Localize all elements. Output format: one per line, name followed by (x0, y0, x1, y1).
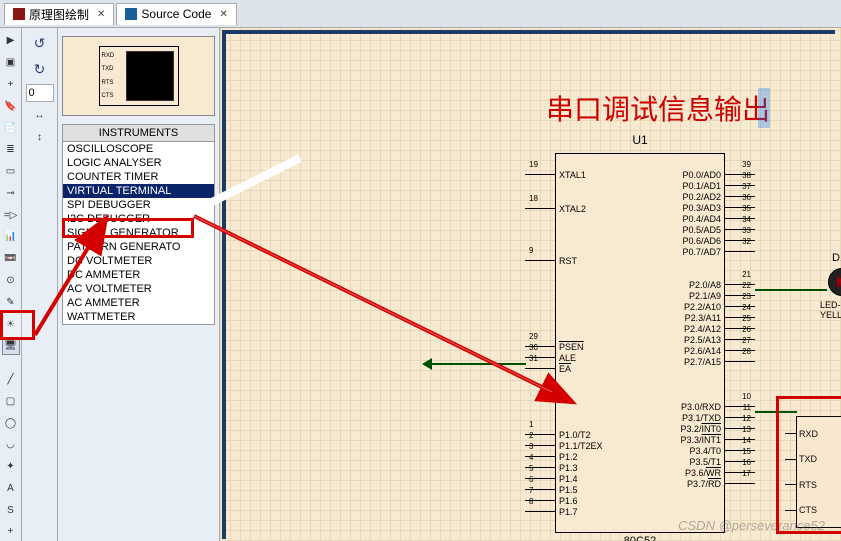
rotation-angle-input[interactable] (26, 84, 54, 102)
chip-pin[interactable]: 28P2.7/A15 (725, 356, 755, 367)
source-tab-icon (125, 8, 137, 20)
schematic-canvas[interactable]: 串口调试信息输出 U1 80C52 19XTAL118XTAL29RST29PS… (220, 28, 841, 541)
toolbar-left-1: ▶ ▣ + 🔖 📄 ≣ ▭ ⊸ =▷ 📊 📼 ⊙ ✎ ☀ 🖥 ╱ ▢ ◯ ◡ ✦… (0, 28, 22, 541)
chip-pin[interactable]: 18XTAL2 (525, 203, 555, 214)
chip-refdes: U1 (632, 133, 647, 147)
chip-model: 80C52 (624, 535, 656, 541)
tab-source-code[interactable]: Source Code ✕ (116, 3, 236, 25)
generator-tool-icon[interactable]: ⊙ (2, 272, 20, 290)
flip-v-icon[interactable]: ↕ (31, 128, 49, 146)
tab-label: 原理图绘制 (29, 6, 89, 23)
junction-tool-icon[interactable]: + (2, 76, 20, 94)
tab-label: Source Code (141, 7, 211, 21)
box-tool-icon[interactable]: ▢ (2, 392, 20, 410)
flip-h-icon[interactable]: ↔ (31, 106, 49, 124)
highlight-virtual-terminal-item (62, 218, 194, 238)
schematic-tab-icon (13, 8, 25, 20)
preview-pin-rts: RTS (102, 80, 120, 86)
instrument-item[interactable]: SPI DEBUGGER (63, 198, 214, 212)
instrument-item[interactable]: OSCILLOSCOPE (63, 142, 214, 156)
device-pin-tool-icon[interactable]: =▷ (2, 206, 20, 224)
instrument-item[interactable]: COUNTER TIMER (63, 170, 214, 184)
preview-pin-rxd: RXD (102, 53, 120, 59)
preview-pin-txd: TXD (102, 66, 120, 72)
marker-tool-icon[interactable]: + (2, 523, 20, 541)
led-refdes: D1 (832, 252, 841, 264)
preview-pin-cts: CTS (102, 93, 120, 99)
instruments-header: INSTRUMENTS (62, 124, 215, 142)
symbol-tool-icon[interactable]: S (2, 501, 20, 519)
line-tool-icon[interactable]: ╱ (2, 371, 20, 389)
text-a-tool-icon[interactable]: A (2, 480, 20, 498)
chip-pin[interactable]: 32P0.7/AD7 (725, 246, 755, 257)
circle-tool-icon[interactable]: ◯ (2, 414, 20, 432)
led-model: LED-YELLOW (820, 300, 841, 320)
instrument-item[interactable]: VIRTUAL TERMINAL (63, 184, 214, 198)
left-panel: RXD TXD RTS CTS INSTRUMENTS OSCILLOSCOPE… (58, 28, 220, 541)
tape-tool-icon[interactable]: 📼 (2, 250, 20, 268)
probe-tool-icon[interactable]: ✎ (2, 293, 20, 311)
main-area: ▶ ▣ + 🔖 📄 ≣ ▭ ⊸ =▷ 📊 📼 ⊙ ✎ ☀ 🖥 ╱ ▢ ◯ ◡ ✦… (0, 28, 841, 541)
text-tool-icon[interactable]: 📄 (2, 119, 20, 137)
graph-tool-icon[interactable]: 📊 (2, 228, 20, 246)
highlight-virtual-terminal-canvas (776, 396, 841, 534)
subcircuit-tool-icon[interactable]: ▭ (2, 163, 20, 181)
close-icon[interactable]: ✕ (97, 9, 105, 20)
canvas-annotation-text[interactable]: 串口调试信息输出 (546, 88, 770, 128)
terminal-tool-icon[interactable]: ⊸ (2, 184, 20, 202)
instrument-item[interactable]: PATTERN GENERATO (63, 240, 214, 254)
pointer-tool-icon[interactable]: ▶ (2, 32, 20, 50)
chip-pin[interactable]: 19XTAL1 (525, 169, 555, 180)
instrument-item[interactable]: AC AMMETER (63, 296, 214, 310)
chip-pin[interactable]: 9RST (525, 255, 555, 266)
instrument-item[interactable]: DC VOLTMETER (63, 254, 214, 268)
chip-pin[interactable]: 31EA (525, 363, 555, 374)
path-tool-icon[interactable]: ✦ (2, 458, 20, 476)
instrument-item[interactable]: WATTMETER (63, 310, 214, 324)
bus-tool-icon[interactable]: ≣ (2, 141, 20, 159)
tab-bar: 原理图绘制 ✕ Source Code ✕ (0, 0, 841, 28)
instrument-item[interactable]: LOGIC ANALYSER (63, 156, 214, 170)
close-icon[interactable]: ✕ (219, 9, 227, 20)
component-preview: RXD TXD RTS CTS (62, 36, 215, 116)
chip-pin[interactable]: 17P3.7/RD (725, 478, 755, 489)
instrument-item[interactable]: AC VOLTMETER (63, 282, 214, 296)
chip-pin[interactable]: 8P1.7 (525, 506, 555, 517)
rotate-ccw-icon[interactable]: ↺ (30, 33, 50, 53)
arc-tool-icon[interactable]: ◡ (2, 436, 20, 454)
component-u1-chip[interactable]: U1 80C52 19XTAL118XTAL29RST29PSEN30ALE31… (525, 153, 755, 533)
tab-schematic[interactable]: 原理图绘制 ✕ (4, 3, 114, 25)
component-d1-led[interactable]: D1 LED-YELLOW (828, 268, 841, 296)
toolbar-left-2: ↺ ↻ ↔ ↕ (22, 28, 58, 541)
highlight-instrument-tool (0, 310, 35, 340)
rotate-cw-icon[interactable]: ↻ (30, 59, 50, 79)
component-tool-icon[interactable]: ▣ (2, 54, 20, 72)
label-tool-icon[interactable]: 🔖 (2, 97, 20, 115)
instrument-item[interactable]: DC AMMETER (63, 268, 214, 282)
